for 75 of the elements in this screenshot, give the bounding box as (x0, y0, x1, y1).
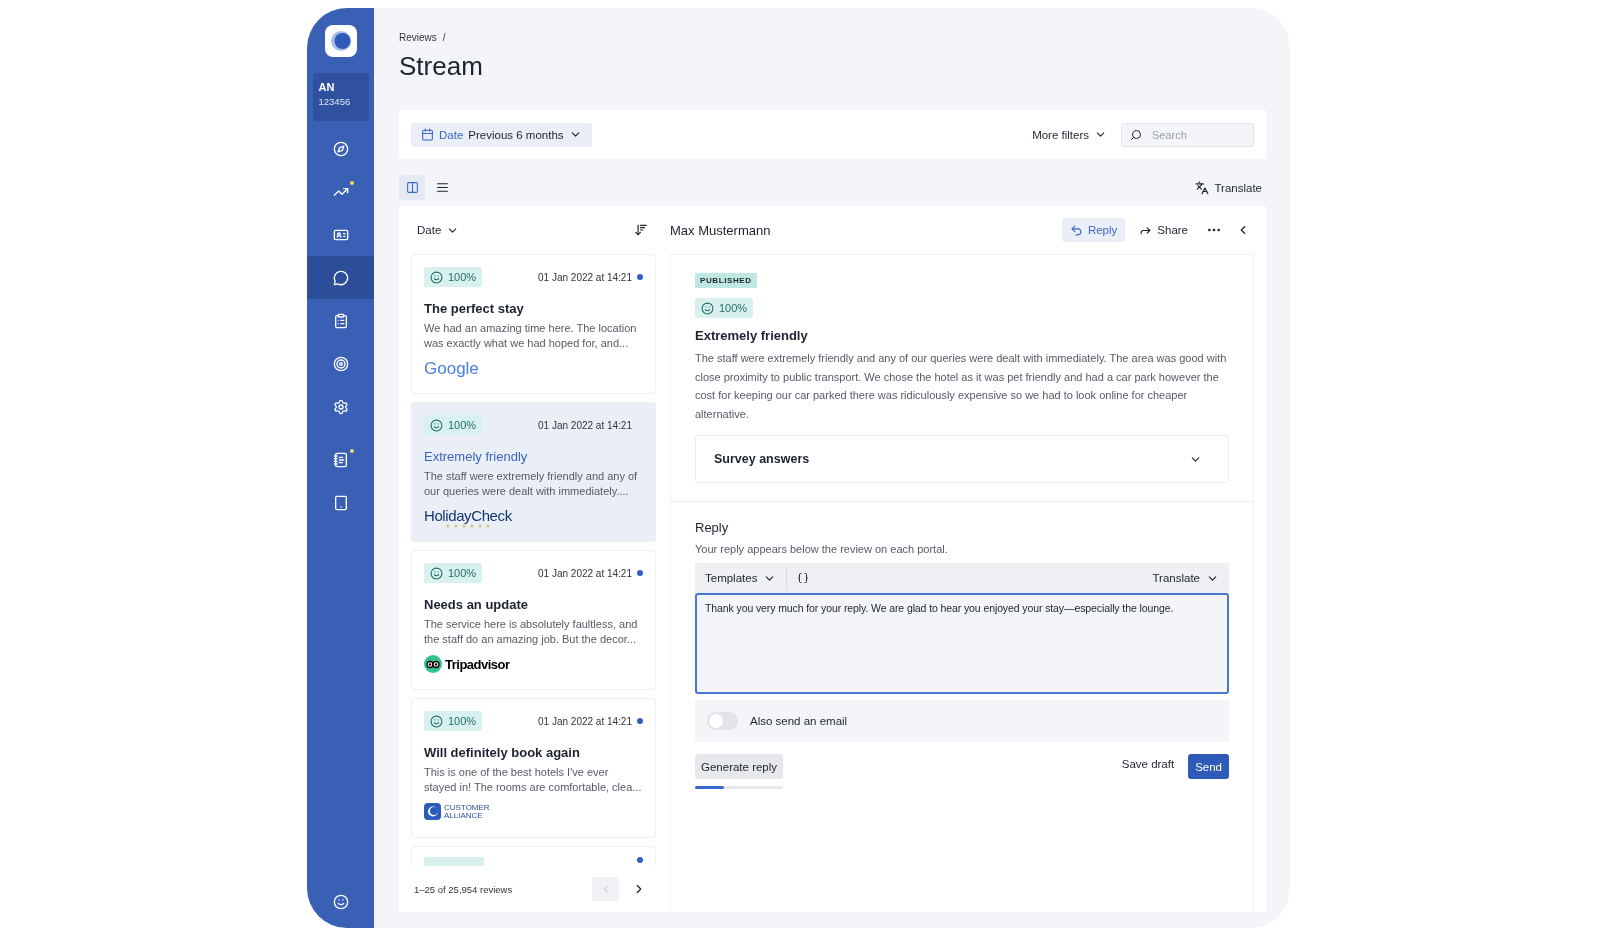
save-draft-button[interactable]: Save draft (1117, 754, 1179, 774)
date-filter[interactable]: Date Previous 6 months (411, 122, 592, 147)
email-toggle[interactable] (707, 712, 738, 730)
review-date: 01 Jan 2022 at 14:21 (538, 715, 632, 727)
search-icon (1130, 128, 1142, 141)
review-card[interactable]: 100% 01 Jan 2022 at 14:21 Will definitely book again This is one of the best hotels I've ever stayed in! The rooms are comfortable, clea... CUSTOMER ALLIANCE (411, 698, 656, 838)
score-badge: 100% (424, 267, 483, 287)
account-switcher[interactable]: AN 123456 (312, 73, 369, 121)
reply-button[interactable]: Reply (1061, 218, 1126, 242)
translate-icon (1195, 180, 1210, 195)
sort-dropdown[interactable]: Date (413, 219, 464, 241)
review-excerpt: This is one of the best hotels I've ever stayed in! The rooms are comfortable, clea... (424, 765, 643, 795)
settings-icon (332, 398, 349, 415)
review-excerpt: We had an amazing time here. The location was exactly what we had hoped for, and... (424, 321, 638, 351)
review-title: Extremely friendly (424, 449, 529, 464)
review-title: Needs an update (424, 597, 530, 612)
search-field[interactable]: Search (1121, 122, 1254, 147)
columns-icon (405, 181, 419, 194)
sort-icon (634, 223, 648, 237)
target-icon (332, 355, 349, 372)
pagination-label: 1–25 of 25,954 reviews (414, 883, 514, 895)
generate-reply-button[interactable]: Generate reply (695, 754, 784, 779)
more-filters-button[interactable]: More filters (1028, 124, 1111, 145)
nav-item[interactable] (307, 256, 374, 299)
chat-bubble-icon (332, 269, 349, 286)
translate-button[interactable]: Translate (1191, 176, 1266, 199)
reviewer-name: Max Mustermann (670, 222, 772, 238)
review-card[interactable]: 100% 01 Jan 2022 at 14:21 Needs an update The service here is absolutely faultless, and the staff do an amazing job. But the decor... Tripadvisor (411, 550, 656, 690)
score-badge: 100% (424, 711, 483, 731)
search-input[interactable]: Search (1150, 127, 1240, 142)
list-icon (435, 181, 449, 194)
reply-arrow-icon (1069, 223, 1083, 237)
review-body: The staff were extremely friendly and any of our queries were dealt with immediately. The area was good with close proximity to public transport. We chose the hotel as it was pet friendly and had a car park however the cost for keeping our car parked there was ridiculously expensive so we had to look online for cheaper alternative. (695, 351, 1228, 422)
page-title: Stream (399, 51, 484, 82)
source-logo: Tripadvisor (445, 656, 510, 672)
send-button[interactable]: Send (1188, 754, 1229, 779)
review-date: 01 Jan 2022 at 14:21 (538, 271, 632, 283)
compass-icon (332, 140, 349, 157)
notes-icon (332, 451, 349, 468)
breadcrumb-separator: / (442, 32, 446, 43)
review-date: 01 Jan 2022 at 14:21 (538, 567, 632, 579)
source-logo: HolidayCheck (424, 507, 512, 524)
logo-icon (324, 25, 357, 57)
review-title: Extremely friendly (695, 328, 808, 343)
review-title: The perfect stay (424, 301, 525, 316)
review-title: Will definitely book again (424, 745, 581, 760)
dots-icon (446, 524, 490, 528)
split-view-button[interactable] (399, 175, 425, 200)
review-excerpt: The staff were extremely friendly and any of our queries were dealt with immediately.... (424, 469, 639, 499)
review-card[interactable]: 100% 01 Jan 2022 at 14:21 The perfect stay We had an amazing time here. The location was exactly what we had hoped for, and... Google (411, 254, 656, 394)
status-badge: PUBLISHED (695, 273, 757, 288)
review-card[interactable]: 100% 01 Jan 2022 at 14:21 Extremely friendly The staff were extremely friendly and any of our queries were dealt with immediately.... HolidayCheck (411, 402, 656, 542)
calendar-icon (421, 128, 434, 141)
reply-field[interactable]: Thank you very much for your reply. We are glad to hear you enjoyed your stay—especially the lounge. (695, 593, 1229, 694)
share-button[interactable]: Share (1131, 218, 1196, 242)
smiley-icon[interactable] (332, 893, 349, 910)
review-date: 01 Jan 2022 at 14:21 (538, 419, 632, 431)
review-excerpt: The service here is absolutely faultless, and the staff do an amazing job. But the decor... (424, 617, 639, 647)
breadcrumb-link[interactable]: Reviews (399, 32, 437, 43)
clipboard-icon (332, 312, 349, 329)
source-logo: CUSTOMER ALLIANCE (444, 803, 491, 820)
reply-heading: Reply (695, 520, 730, 535)
source-logo: Google (424, 359, 479, 379)
email-label: Also send an email (750, 715, 848, 727)
score-badge: 100% (424, 563, 483, 583)
templates-dropdown[interactable]: Templates (695, 563, 787, 593)
braces-icon (797, 572, 810, 584)
survey-answers-toggle[interactable]: Survey answers (695, 435, 1229, 483)
tablet-icon (332, 494, 349, 511)
owl-icon (424, 655, 442, 673)
chat-bubble-icon (424, 803, 441, 820)
score-badge: 100% (424, 415, 483, 435)
translate-dropdown[interactable]: Translate (1142, 563, 1229, 593)
score-badge: 100% (695, 298, 754, 318)
reply-hint: Your reply appears below the review on each portal. (695, 543, 949, 555)
